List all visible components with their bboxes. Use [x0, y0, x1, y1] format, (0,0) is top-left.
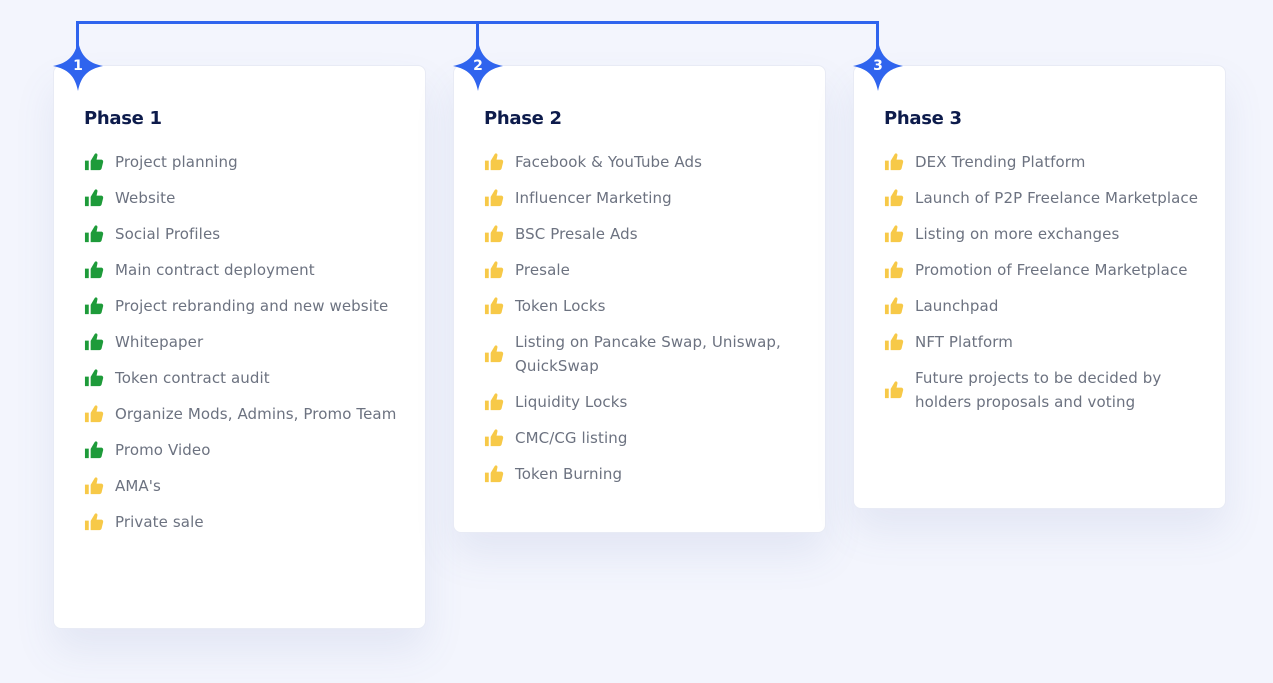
thumbs-up-icon [84, 404, 104, 424]
list-item: Launch of P2P Freelance Marketplace [884, 186, 1205, 210]
list-item-label: Liquidity Locks [515, 393, 628, 411]
list-item: Promotion of Freelance Marketplace [884, 258, 1205, 282]
list-item-label: NFT Platform [915, 333, 1013, 351]
phase-number-badge: 2 [452, 40, 504, 92]
thumbs-up-icon [84, 260, 104, 280]
phase-items-list: Facebook & YouTube Ads Influencer Marketi… [484, 150, 805, 498]
thumbs-up-icon [884, 332, 904, 352]
list-item-label: Website [115, 189, 176, 207]
list-item-label: Future projects to be decided by holders… [915, 369, 1162, 411]
list-item: Token contract audit [84, 366, 405, 390]
list-item-label: Token Locks [515, 297, 606, 315]
list-item-label: Project planning [115, 153, 238, 171]
phase-card-3: Phase 3 DEX Trending Platform Launch of P2… [853, 65, 1226, 509]
list-item-label: Listing on Pancake Swap, Uniswap, QuickS… [515, 333, 781, 375]
list-item-label: Presale [515, 261, 570, 279]
list-item: Private sale [84, 510, 405, 534]
list-item-label: CMC/CG listing [515, 429, 628, 447]
list-item: Future projects to be decided by holders… [884, 366, 1205, 414]
list-item: Project planning [84, 150, 405, 174]
thumbs-up-icon [484, 224, 504, 244]
phase-items-list: DEX Trending Platform Launch of P2P Freel… [884, 150, 1205, 426]
list-item: NFT Platform [884, 330, 1205, 354]
phase-number: 3 [873, 58, 883, 74]
phase-number-badge: 3 [852, 40, 904, 92]
list-item-label: Launch of P2P Freelance Marketplace [915, 189, 1199, 207]
phase-card-1: Phase 1 Project planning Website Social Pro… [53, 65, 426, 629]
thumbs-up-icon [84, 152, 104, 172]
list-item: CMC/CG listing [484, 426, 805, 450]
thumbs-up-icon [484, 392, 504, 412]
list-item: BSC Presale Ads [484, 222, 805, 246]
list-item: Listing on more exchanges [884, 222, 1205, 246]
list-item: Project rebranding and new website [84, 294, 405, 318]
list-item: Token Locks [484, 294, 805, 318]
list-item: Presale [484, 258, 805, 282]
list-item-label: Social Profiles [115, 225, 221, 243]
list-item-label: Project rebranding and new website [115, 297, 389, 315]
phase-card-2: Phase 2 Facebook & YouTube Ads Influencer … [453, 65, 826, 533]
list-item-label: DEX Trending Platform [915, 153, 1086, 171]
list-item-label: Token contract audit [115, 369, 270, 387]
list-item: Whitepaper [84, 330, 405, 354]
phase-title: Phase 2 [484, 108, 562, 129]
list-item-label: Main contract deployment [115, 261, 315, 279]
list-item: Launchpad [884, 294, 1205, 318]
thumbs-up-icon [484, 152, 504, 172]
list-item: Website [84, 186, 405, 210]
list-item: Organize Mods, Admins, Promo Team [84, 402, 405, 426]
list-item: DEX Trending Platform [884, 150, 1205, 174]
phase-number: 1 [73, 58, 83, 74]
phase-title: Phase 1 [84, 108, 162, 129]
thumbs-up-icon [84, 440, 104, 460]
list-item-label: Token Burning [515, 465, 623, 483]
thumbs-up-icon [484, 464, 504, 484]
list-item-label: Launchpad [915, 297, 999, 315]
phase-items-list: Project planning Website Social Profiles Ma… [84, 150, 405, 546]
list-item-label: Influencer Marketing [515, 189, 672, 207]
list-item: AMA's [84, 474, 405, 498]
thumbs-up-icon [84, 224, 104, 244]
phase-title: Phase 3 [884, 108, 962, 129]
list-item-label: AMA's [115, 477, 161, 495]
thumbs-up-icon [84, 332, 104, 352]
list-item: Influencer Marketing [484, 186, 805, 210]
list-item: Listing on Pancake Swap, Uniswap, QuickS… [484, 330, 805, 378]
list-item-label: Private sale [115, 513, 204, 531]
thumbs-up-icon [84, 368, 104, 388]
list-item: Social Profiles [84, 222, 405, 246]
list-item-label: Whitepaper [115, 333, 204, 351]
list-item: Token Burning [484, 462, 805, 486]
thumbs-up-icon [884, 296, 904, 316]
thumbs-up-icon [84, 512, 104, 532]
list-item: Main contract deployment [84, 258, 405, 282]
list-item-label: Listing on more exchanges [915, 225, 1120, 243]
list-item: Facebook & YouTube Ads [484, 150, 805, 174]
thumbs-up-icon [884, 152, 904, 172]
thumbs-up-icon [484, 296, 504, 316]
thumbs-up-icon [884, 224, 904, 244]
thumbs-up-icon [484, 428, 504, 448]
phase-number-badge: 1 [52, 40, 104, 92]
thumbs-up-icon [484, 344, 504, 364]
list-item-label: Promo Video [115, 441, 211, 459]
list-item: Promo Video [84, 438, 405, 462]
list-item-label: Organize Mods, Admins, Promo Team [115, 405, 397, 423]
thumbs-up-icon [484, 188, 504, 208]
thumbs-up-icon [84, 188, 104, 208]
thumbs-up-icon [884, 188, 904, 208]
phase-number: 2 [473, 58, 483, 74]
thumbs-up-icon [884, 260, 904, 280]
thumbs-up-icon [84, 296, 104, 316]
thumbs-up-icon [884, 380, 904, 400]
list-item-label: BSC Presale Ads [515, 225, 638, 243]
list-item-label: Promotion of Freelance Marketplace [915, 261, 1188, 279]
list-item-label: Facebook & YouTube Ads [515, 153, 703, 171]
thumbs-up-icon [484, 260, 504, 280]
thumbs-up-icon [84, 476, 104, 496]
list-item: Liquidity Locks [484, 390, 805, 414]
